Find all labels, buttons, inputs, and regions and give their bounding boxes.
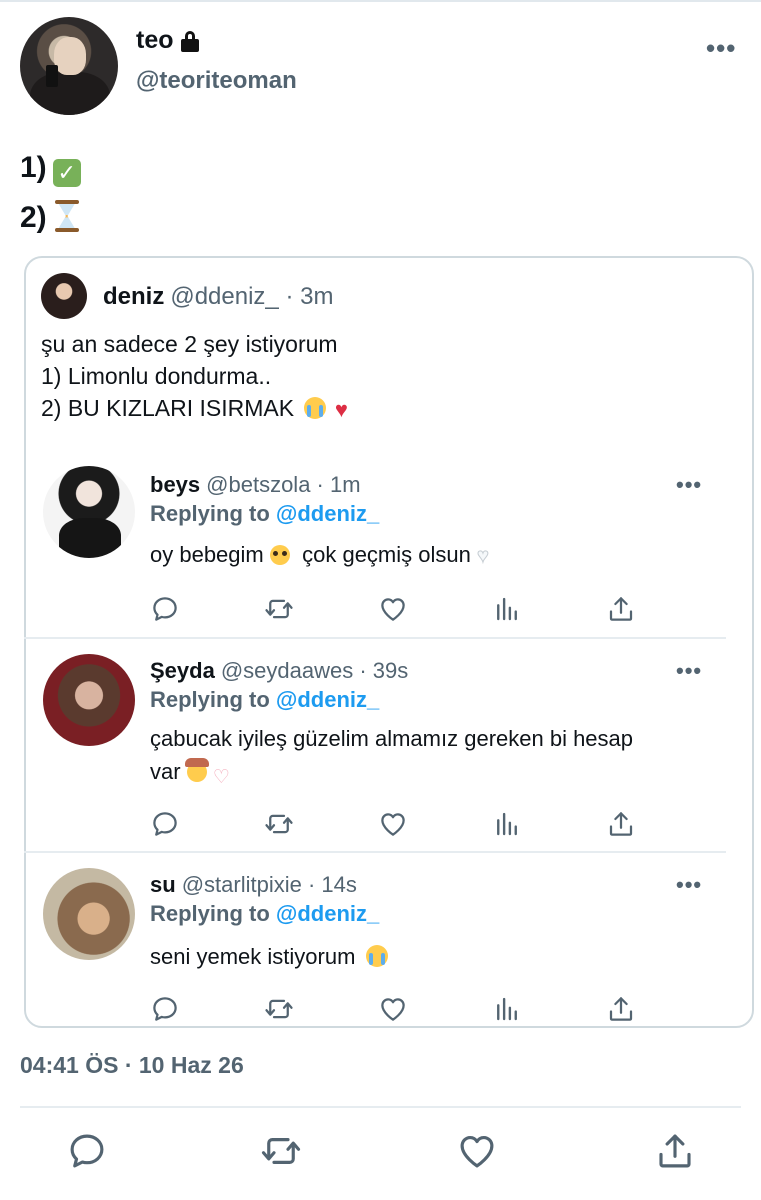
- avatar[interactable]: [43, 868, 135, 960]
- pleading-face-emoji-icon: [269, 545, 290, 565]
- reply-icon[interactable]: [150, 994, 180, 1024]
- reply-text: seni yemek istiyorum: [150, 940, 710, 973]
- white-heart-emoji-icon: ♥: [476, 545, 489, 568]
- like-icon[interactable]: [378, 594, 408, 624]
- cowboy-emoji-icon: [184, 758, 209, 782]
- share-icon[interactable]: [654, 1130, 696, 1172]
- avatar[interactable]: [43, 654, 135, 746]
- share-icon[interactable]: [606, 994, 636, 1024]
- avatar[interactable]: [20, 17, 118, 115]
- more-options-icon[interactable]: •••: [676, 472, 702, 498]
- replying-to: Replying to @ddeniz_: [150, 501, 380, 526]
- reply-icon[interactable]: [150, 594, 180, 624]
- like-icon[interactable]: [378, 994, 408, 1024]
- author-handle[interactable]: @teoriteoman: [136, 67, 297, 95]
- check-mark-emoji-icon: ✓: [52, 159, 81, 187]
- share-icon[interactable]: [606, 809, 636, 839]
- red-heart-emoji-icon: ♥: [334, 397, 348, 422]
- reply-icon[interactable]: [150, 809, 180, 839]
- divider: [24, 637, 726, 639]
- views-icon[interactable]: [492, 994, 522, 1024]
- reply-text: oy bebegim çok geçmiş olsun ♥: [150, 542, 489, 568]
- tweet-actions: [0, 1130, 761, 1174]
- more-options-icon[interactable]: •••: [676, 658, 702, 684]
- lock-icon: [180, 30, 200, 52]
- reply-icon[interactable]: [66, 1130, 108, 1172]
- author-name[interactable]: teo: [136, 26, 200, 55]
- heart-hands-emoji-icon: [213, 761, 233, 794]
- quoted-header[interactable]: deniz @ddeniz_ · 3m: [103, 283, 333, 311]
- more-options-icon[interactable]: •••: [706, 35, 736, 61]
- crying-emoji-icon: [304, 397, 327, 419]
- views-icon[interactable]: [492, 594, 522, 624]
- reply-actions: [150, 594, 650, 624]
- replying-to: Replying to @ddeniz_: [150, 687, 380, 712]
- reply-actions: [150, 994, 650, 1024]
- retweet-icon[interactable]: [264, 809, 294, 839]
- retweet-icon[interactable]: [264, 594, 294, 624]
- hourglass-emoji-icon: [54, 200, 79, 232]
- like-icon[interactable]: [456, 1130, 498, 1172]
- replying-to: Replying to @ddeniz_: [150, 901, 380, 926]
- reply-text: çabucak iyileş güzelim almamız gereken b…: [150, 722, 710, 794]
- divider: [20, 1106, 741, 1108]
- divider: [24, 851, 726, 853]
- quoted-avatar[interactable]: [41, 273, 87, 319]
- tweet-text: 1) ✓ 2): [20, 143, 81, 243]
- crying-emoji-icon: [365, 945, 388, 967]
- views-icon[interactable]: [492, 809, 522, 839]
- top-border: [0, 0, 761, 2]
- quoted-text: şu an sadece 2 şey istiyorum 1) Limonlu …: [41, 331, 348, 422]
- retweet-icon[interactable]: [264, 994, 294, 1024]
- share-icon[interactable]: [606, 594, 636, 624]
- tweet-timestamp[interactable]: 04:41 ÖS · 10 Haz 26: [20, 1052, 244, 1079]
- reply-actions: [150, 809, 650, 839]
- more-options-icon[interactable]: •••: [676, 872, 702, 898]
- avatar[interactable]: [43, 466, 135, 558]
- retweet-icon[interactable]: [260, 1130, 302, 1172]
- like-icon[interactable]: [378, 809, 408, 839]
